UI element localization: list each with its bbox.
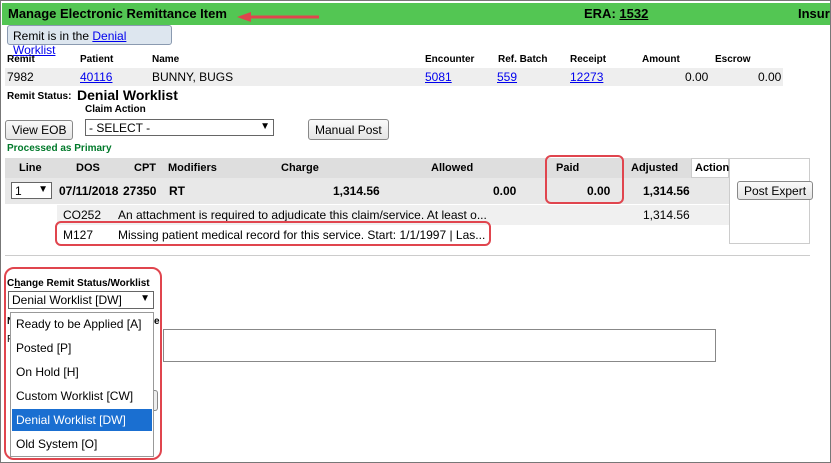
col-remit: Remit [7,54,35,65]
patient-link[interactable]: 40116 [80,70,112,84]
col-name: Name [152,54,180,65]
col-line: Line [19,162,42,174]
line-selected: 1 [15,184,22,198]
manual-post-button[interactable]: Manual Post [308,119,389,140]
col-modifiers: Modifiers [168,162,217,174]
modifiers-value: RT [169,184,185,198]
amount-value: 0.00 [685,70,709,84]
remit-status-value: Denial Worklist [77,87,178,103]
reason-code: CO252 [63,208,102,222]
highlight-paid-box [545,155,624,204]
adjusted-value: 1,314.56 [643,184,690,198]
claim-action-select[interactable]: - SELECT - ▼ [85,119,274,136]
insurance-label: Insur [798,6,830,21]
remit-id: 7982 [7,70,34,84]
col-ref-batch: Ref. Batch [498,54,548,65]
header-bar: Manage Electronic Remittance Item ERA: 1… [2,3,830,25]
divider [5,255,810,256]
col-charge: Charge [281,162,319,174]
col-adjusted: Adjusted [631,162,679,174]
line-select[interactable]: 1 ▼ [11,182,52,199]
col-escrow: Escrow [715,54,751,65]
view-eob-button[interactable]: View EOB [5,120,74,140]
reason-text: An attachment is required to adjudicate … [118,208,487,222]
escrow-value: 0.00 [758,70,782,84]
window: Manage Electronic Remittance Item ERA: 1… [0,0,831,463]
cpt-value: 27350 [123,184,157,198]
col-action-cell: Action [691,158,729,178]
claim-action-label: Claim Action [85,104,146,115]
remit-status-label: Remit Status: [7,91,72,102]
col-encounter: Encounter [425,54,475,65]
col-dos: DOS [76,162,100,174]
highlight-status-box [4,267,162,460]
post-expert-button[interactable]: Post Expert [737,181,814,200]
col-receipt: Receipt [570,54,607,65]
era-label: ERA: [584,6,616,21]
claim-action-selected: - SELECT - [89,121,151,135]
encounter-link[interactable]: 5081 [425,70,452,84]
highlight-m127-box [55,221,491,246]
action-cell [729,158,810,244]
ref-batch-link[interactable]: 559 [497,70,517,84]
page-title: Manage Electronic Remittance Item [8,6,227,21]
col-action: Action [695,162,730,174]
receipt-link[interactable]: 12273 [570,70,603,84]
col-cpt: CPT [134,162,156,174]
remit-location-prefix: Remit is in the [13,29,93,43]
allowed-value: 0.00 [493,184,517,198]
patient-name: BUNNY, BUGS [152,70,234,84]
annotation-arrow-icon [237,12,319,22]
reason-amount: 1,314.56 [643,208,690,222]
remit-row: 7982 40116 BUNNY, BUGS 5081 559 12273 0.… [5,68,783,86]
charge-value: 1,314.56 [333,184,380,198]
col-patient: Patient [80,54,114,65]
remit-location-tab: Remit is in the Denial Worklist [7,25,172,57]
chevron-down-icon: ▼ [38,184,48,195]
col-allowed: Allowed [431,162,474,174]
chevron-down-icon: ▼ [260,121,270,132]
era-link[interactable]: 1532 [619,6,648,21]
era-info: ERA: 1532 [584,6,648,21]
dos-value: 07/11/2018 [59,184,119,198]
col-amount: Amount [642,54,680,65]
processed-status: Processed as Primary [7,143,112,154]
notes-textarea[interactable] [163,329,716,362]
